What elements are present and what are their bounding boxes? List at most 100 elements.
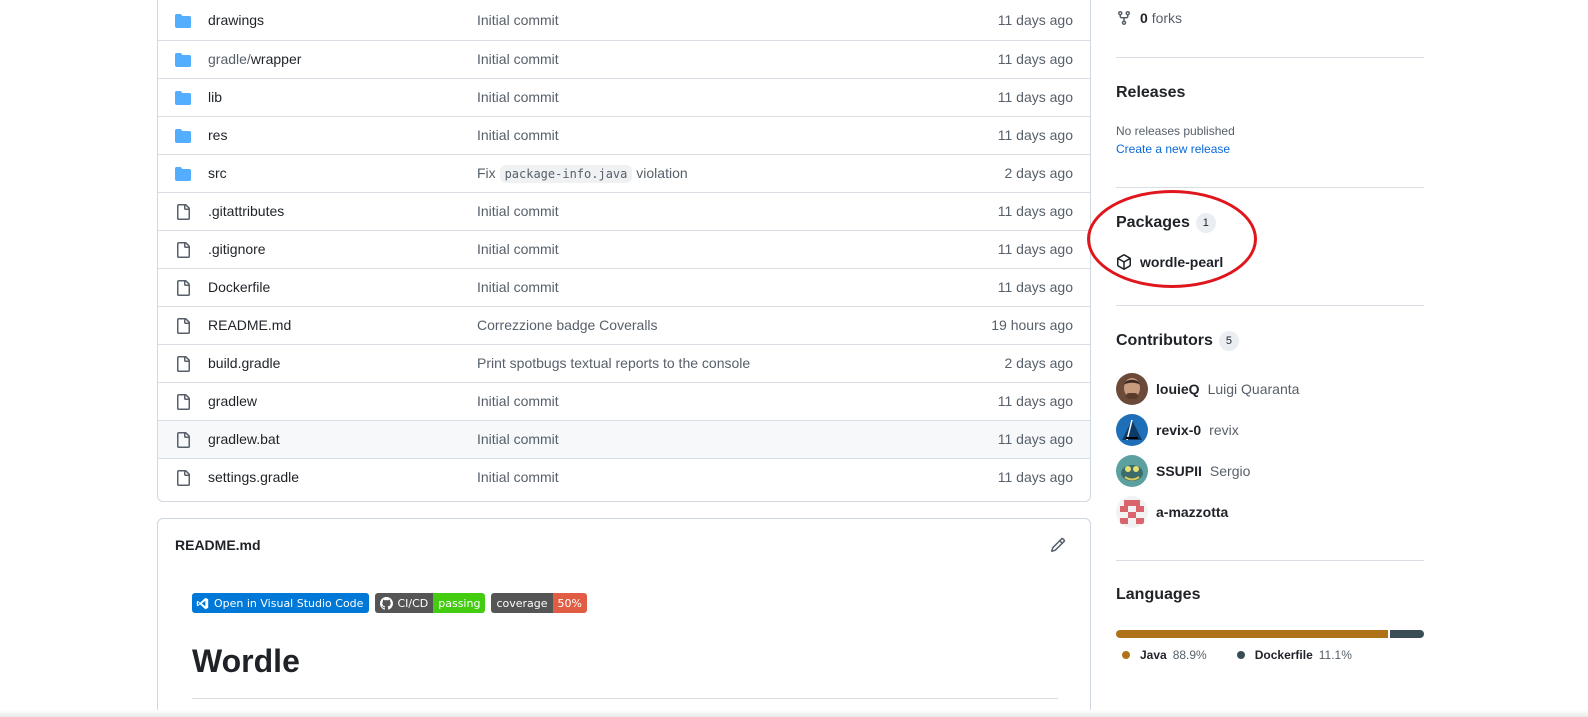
- file-name-link[interactable]: res: [208, 127, 227, 143]
- readme-title[interactable]: README.md: [175, 537, 261, 553]
- file-name-link[interactable]: README.md: [208, 317, 291, 333]
- file-name-link[interactable]: lib: [208, 89, 222, 105]
- commit-message-link[interactable]: Initial commit: [477, 469, 559, 485]
- language-item-java[interactable]: Java 88.9%: [1116, 648, 1207, 662]
- table-row[interactable]: .gitignore Initial commit 11 days ago: [158, 230, 1090, 268]
- commit-date[interactable]: 2 days ago: [1005, 165, 1074, 181]
- coverage-badge[interactable]: coverage 50%: [491, 593, 587, 613]
- file-name-link[interactable]: .gitignore: [208, 241, 266, 257]
- language-bar-segment-dockerfile: [1390, 630, 1424, 638]
- file-name-link[interactable]: .gitattributes: [208, 203, 284, 219]
- file-name-link[interactable]: gradle/wrapper: [208, 51, 301, 67]
- commit-message-text: Initial commit: [477, 431, 559, 447]
- file-icon: [175, 432, 191, 448]
- commit-date[interactable]: 2 days ago: [1005, 355, 1074, 371]
- commit-message-link[interactable]: Print spotbugs textual reports to the co…: [477, 355, 750, 371]
- file-name-text: settings.gradle: [208, 469, 300, 485]
- languages-bar: [1116, 630, 1424, 638]
- commit-message-link[interactable]: Initial commit: [477, 89, 559, 105]
- table-row[interactable]: README.md Correzzione badge Coveralls 19 h…: [158, 306, 1090, 344]
- commit-message-text: Print spotbugs textual reports to the co…: [477, 355, 751, 371]
- annotation-circle: [1087, 190, 1257, 288]
- forks-link[interactable]: 0 forks: [1116, 10, 1182, 26]
- commit-date[interactable]: 11 days ago: [998, 51, 1073, 67]
- commit-date[interactable]: 11 days ago: [998, 393, 1073, 409]
- contributor-item[interactable]: revix-0 revix: [1116, 414, 1239, 446]
- table-row[interactable]: gradlew Initial commit 11 days ago: [158, 382, 1090, 420]
- commit-date[interactable]: 11 days ago: [998, 469, 1073, 485]
- file-name-link[interactable]: src: [208, 165, 227, 181]
- table-row[interactable]: .gitattributes Initial commit 11 days ago: [158, 192, 1090, 230]
- folder-icon: [175, 90, 191, 106]
- commit-date[interactable]: 11 days ago: [998, 431, 1073, 447]
- commit-date[interactable]: 11 days ago: [998, 127, 1073, 143]
- table-row[interactable]: build.gradle Print spotbugs textual repor…: [158, 344, 1090, 382]
- commit-message-text: Initial commit: [477, 12, 559, 28]
- commit-message-link[interactable]: Fix package-info.java violation: [477, 165, 688, 183]
- file-name-link[interactable]: gradlew: [208, 393, 257, 409]
- table-row[interactable]: gradle/wrapper Initial commit 11 days ago: [158, 40, 1090, 78]
- file-name-link[interactable]: drawings: [208, 12, 264, 28]
- contributor-name: Luigi Quaranta: [1207, 381, 1300, 397]
- pencil-icon[interactable]: [1050, 537, 1066, 553]
- commit-message-link[interactable]: Initial commit: [477, 12, 559, 28]
- contributor-item[interactable]: a-mazzotta: [1116, 496, 1228, 528]
- commit-message-link[interactable]: Initial commit: [477, 203, 559, 219]
- releases-title-text: Releases: [1116, 84, 1186, 101]
- folder-icon: [175, 166, 191, 182]
- file-name-link[interactable]: Dockerfile: [208, 279, 270, 295]
- avatar: [1116, 455, 1148, 487]
- vscode-badge[interactable]: Open in Visual Studio Code: [192, 593, 370, 613]
- commit-message-suffix: violation: [636, 165, 688, 181]
- commit-date[interactable]: 11 days ago: [998, 241, 1073, 257]
- create-release-link[interactable]: Create a new release: [1116, 142, 1230, 156]
- language-bar-segment-java: [1116, 630, 1389, 638]
- commit-message-link[interactable]: Initial commit: [477, 393, 559, 409]
- file-icon: [175, 280, 191, 296]
- table-row[interactable]: lib Initial commit 11 days ago: [158, 78, 1090, 116]
- contributor-login: louieQ: [1156, 381, 1200, 397]
- packages-counter: 1: [1195, 213, 1216, 233]
- contributors-title[interactable]: Contributors 5: [1116, 331, 1239, 351]
- commit-message-link[interactable]: Initial commit: [477, 431, 559, 447]
- folder-icon: [175, 52, 191, 68]
- commit-message-link[interactable]: Initial commit: [477, 51, 559, 67]
- coverage-badge-label: coverage: [491, 593, 553, 613]
- vscode-badge-label: Open in Visual Studio Code: [214, 596, 364, 610]
- file-name-text: drawings: [208, 12, 265, 28]
- commit-date[interactable]: 11 days ago: [998, 12, 1073, 28]
- package-item[interactable]: wordle-pearl: [1116, 254, 1223, 270]
- commit-message-link[interactable]: Initial commit: [477, 127, 559, 143]
- cicd-badge[interactable]: CI/CD passing: [375, 593, 486, 613]
- commit-message-link[interactable]: Correzzione badge Coveralls: [477, 317, 658, 333]
- languages-title-text: Languages: [1116, 586, 1201, 603]
- table-row[interactable]: res Initial commit 11 days ago: [158, 116, 1090, 154]
- commit-date[interactable]: 19 hours ago: [991, 317, 1073, 333]
- file-table: drawings Initial commit 11 days ago gradle/…: [157, 0, 1091, 502]
- commit-date[interactable]: 11 days ago: [998, 89, 1073, 105]
- releases-title[interactable]: Releases: [1116, 84, 1185, 102]
- table-row[interactable]: gradlew.bat Initial commit 11 days ago: [158, 420, 1090, 458]
- commit-message-link[interactable]: Initial commit: [477, 241, 559, 257]
- commit-date[interactable]: 11 days ago: [998, 279, 1073, 295]
- table-row[interactable]: src Fix package-info.java violation 2 days…: [158, 154, 1090, 192]
- packages-title[interactable]: Packages 1: [1116, 213, 1216, 233]
- file-name-text: build.gradle: [208, 355, 281, 371]
- file-name-link[interactable]: build.gradle: [208, 355, 280, 371]
- table-row[interactable]: Dockerfile Initial commit 11 days ago: [158, 268, 1090, 306]
- commit-message-link[interactable]: Initial commit: [477, 279, 559, 295]
- contributor-item[interactable]: SSUPII Sergio: [1116, 455, 1250, 487]
- file-name-text: src: [208, 165, 227, 181]
- sidebar: 0 forks Releases No releases published C…: [1087, 0, 1424, 717]
- file-name-link[interactable]: settings.gradle: [208, 469, 299, 485]
- contributor-item[interactable]: louieQ Luigi Quaranta: [1116, 373, 1299, 405]
- readme-badges: Open in Visual Studio Code CI/CD passing…: [192, 593, 587, 613]
- fork-icon: [1118, 11, 1130, 26]
- table-row[interactable]: drawings Initial commit 11 days ago: [158, 2, 1090, 40]
- file-name-link[interactable]: gradlew.bat: [208, 431, 280, 447]
- language-percent: 11.1%: [1318, 648, 1352, 662]
- commit-date[interactable]: 11 days ago: [998, 203, 1073, 219]
- language-item-dockerfile[interactable]: Dockerfile 11.1%: [1231, 648, 1352, 662]
- table-row[interactable]: settings.gradle Initial commit 11 days ago: [158, 458, 1090, 496]
- commit-message-text: Initial commit: [477, 203, 559, 219]
